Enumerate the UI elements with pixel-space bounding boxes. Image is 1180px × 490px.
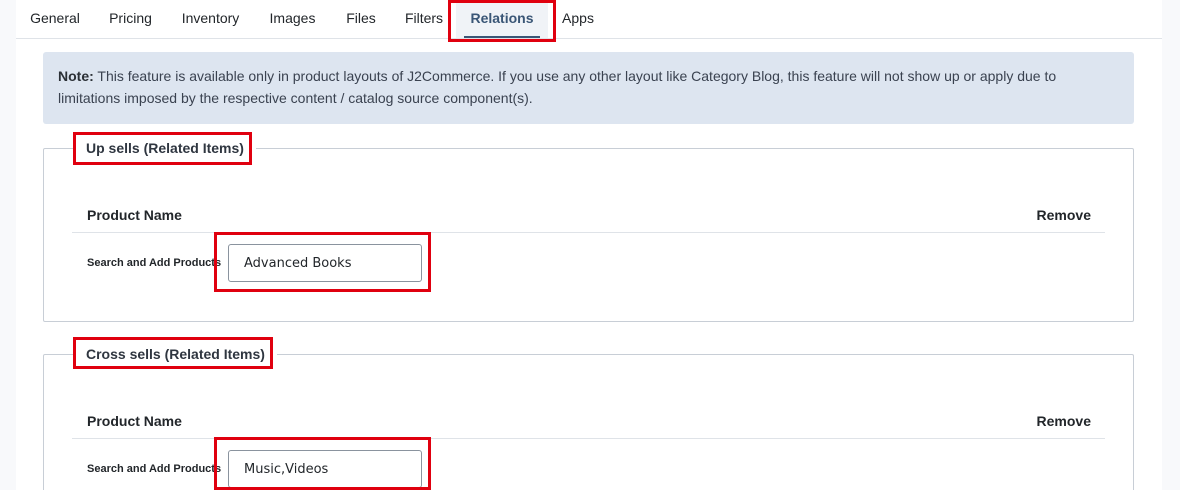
tab-inventory[interactable]: Inventory: [167, 0, 254, 38]
upsells-legend: Up sells (Related Items): [74, 133, 256, 163]
tab-bar: General Pricing Inventory Images Files F…: [16, 0, 1162, 39]
note-alert: Note: This feature is available only in …: [43, 52, 1134, 124]
upsells-table-header: Product Name Remove: [72, 197, 1105, 233]
upsells-search-input[interactable]: [228, 244, 422, 282]
crosssells-table-header: Product Name Remove: [72, 403, 1105, 439]
tab-general[interactable]: General: [16, 0, 94, 38]
remove-header: Remove: [1036, 413, 1091, 429]
upsells-search-label: Search and Add Products: [87, 257, 222, 269]
tab-images[interactable]: Images: [254, 0, 331, 38]
tab-apps[interactable]: Apps: [548, 0, 608, 38]
crosssells-search-input[interactable]: [228, 450, 422, 488]
note-prefix: Note:: [58, 68, 94, 84]
remove-header: Remove: [1036, 207, 1091, 223]
crosssells-search-label: Search and Add Products: [87, 463, 222, 475]
upsells-fieldset: Up sells (Related Items) Product Name Re…: [43, 133, 1134, 322]
note-text: This feature is available only in produc…: [58, 68, 1057, 106]
tab-filters[interactable]: Filters: [391, 0, 457, 38]
page: General Pricing Inventory Images Files F…: [0, 0, 1180, 490]
tab-pricing[interactable]: Pricing: [94, 0, 167, 38]
tab-relations[interactable]: Relations: [456, 0, 548, 38]
product-name-header: Product Name: [87, 413, 182, 429]
crosssells-fieldset: Cross sells (Related Items) Product Name…: [43, 339, 1134, 490]
tab-files[interactable]: Files: [331, 0, 391, 38]
crosssells-legend: Cross sells (Related Items): [74, 339, 277, 369]
product-name-header: Product Name: [87, 207, 182, 223]
